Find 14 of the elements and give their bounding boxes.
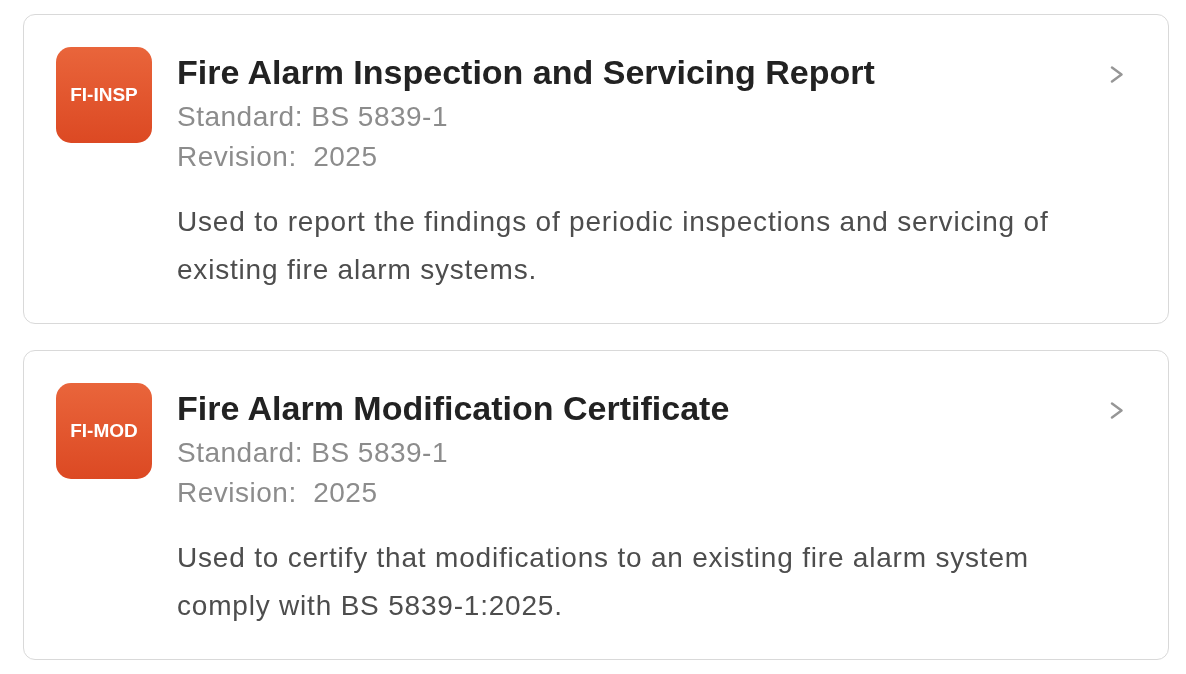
form-description: Used to report the findings of periodic inspections and servicing of existing fire alarm systems. <box>177 205 1050 287</box>
revision-label: Revision: 2025 <box>177 476 378 510</box>
form-description: Used to certify that modifications to an existing fire alarm system comply with BS 5839-1:2025. <box>177 541 1030 623</box>
form-card[interactable]: FI-INSP Fire Alarm Inspection and Servicing Report Standard: BS 5839-1 Revision: 2025 Used to report the findings of periodic inspections and servicing of existing fire alarm systems. <box>23 14 1169 324</box>
form-title: Fire Alarm Modification Certificate <box>177 388 730 429</box>
chevron-right-icon <box>1110 66 1124 83</box>
form-code-badge: FI-INSP <box>56 47 152 143</box>
form-code-badge: FI-MOD <box>56 383 152 479</box>
revision-label: Revision: 2025 <box>177 140 378 174</box>
form-card[interactable]: FI-MOD Fire Alarm Modification Certificate Standard: BS 5839-1 Revision: 2025 Used to certify that modifications to an existing fire alarm system comply with BS 5839-1:2025. <box>23 350 1169 660</box>
standard-label: Standard: BS 5839-1 <box>177 436 448 470</box>
chevron-right-icon <box>1110 402 1124 419</box>
standard-label: Standard: BS 5839-1 <box>177 100 448 134</box>
form-title: Fire Alarm Inspection and Servicing Report <box>177 52 875 93</box>
